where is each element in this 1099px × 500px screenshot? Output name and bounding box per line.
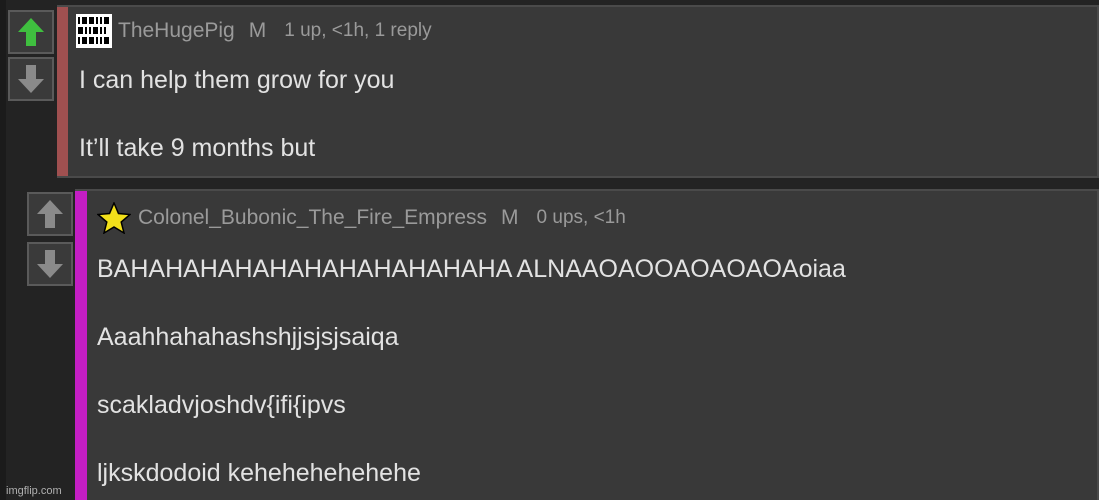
user-badge: M bbox=[248, 19, 267, 42]
comment-depth-bar bbox=[75, 191, 87, 500]
left-gutter bbox=[0, 0, 6, 500]
comment-stats: 0 ups, <1h bbox=[536, 207, 626, 228]
comment-paragraph: It’ll take 9 months but bbox=[79, 134, 316, 162]
downvote-button[interactable] bbox=[8, 57, 54, 101]
binary-pattern-avatar-icon[interactable] bbox=[76, 14, 112, 48]
comment-paragraph: ljkskdodoid kehehehehehehe bbox=[97, 459, 421, 487]
comment-body: I can help them grow for you It’ll take … bbox=[79, 63, 394, 165]
upvote-button[interactable] bbox=[27, 192, 73, 236]
comment-card: Colonel_Bubonic_The_Fire_Empress M 0 ups… bbox=[75, 189, 1099, 500]
comment-body: BAHAHAHAHAHAHAHAHAHAHAHA ALNAAOAOOAOAOAO… bbox=[97, 252, 846, 490]
user-badge: M bbox=[501, 206, 519, 229]
arrow-up-icon bbox=[37, 200, 63, 228]
imgflip-watermark: imgflip.com bbox=[6, 485, 62, 497]
comment-paragraph: BAHAHAHAHAHAHAHAHAHAHAHA ALNAAOAOOAOAOAO… bbox=[97, 255, 846, 283]
arrow-down-icon bbox=[18, 65, 44, 93]
username-link[interactable]: TheHugePig bbox=[118, 19, 235, 43]
comment-paragraph: scakladvjoshdv{ifi{ipvs bbox=[97, 391, 346, 419]
comment-depth-bar bbox=[57, 7, 68, 176]
arrow-up-icon bbox=[18, 18, 44, 46]
comment-paragraph: Aaahhahahashshjjsjsjsaiqa bbox=[97, 323, 399, 351]
comment-stats: 1 up, <1h, 1 reply bbox=[284, 20, 432, 41]
comment-paragraph: I can help them grow for you bbox=[79, 66, 395, 94]
username-link[interactable]: Colonel_Bubonic_The_Fire_Empress bbox=[138, 206, 487, 230]
arrow-down-icon bbox=[37, 250, 63, 278]
downvote-button[interactable] bbox=[27, 242, 73, 286]
yellow-star-avatar-icon[interactable] bbox=[97, 202, 131, 234]
comment-meta: TheHugePig M 1 up, <1h, 1 reply bbox=[76, 14, 432, 48]
comment-card: TheHugePig M 1 up, <1h, 1 reply I can he… bbox=[57, 5, 1099, 178]
upvote-button[interactable] bbox=[8, 10, 54, 54]
comment-meta: Colonel_Bubonic_The_Fire_Empress M 0 ups… bbox=[97, 201, 626, 235]
